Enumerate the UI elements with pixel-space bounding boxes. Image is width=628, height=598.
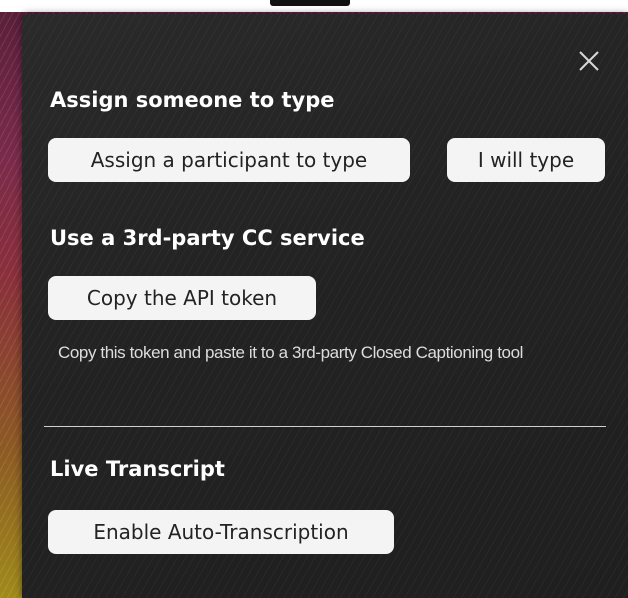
screen: Assign someone to type Assign a particip… xyxy=(0,0,628,598)
copy-api-token-button[interactable]: Copy the API token xyxy=(48,276,316,320)
api-token-description: Copy this token and paste it to a 3rd-pa… xyxy=(58,343,523,362)
third-party-heading: Use a 3rd-party CC service xyxy=(50,226,365,250)
live-transcript-heading: Live Transcript xyxy=(50,457,225,481)
close-icon[interactable] xyxy=(576,48,602,74)
i-will-type-button[interactable]: I will type xyxy=(447,138,605,182)
assign-heading: Assign someone to type xyxy=(50,88,335,112)
popover-arrow xyxy=(270,0,350,6)
top-strip xyxy=(0,0,628,12)
section-divider xyxy=(44,426,606,427)
enable-auto-transcription-button[interactable]: Enable Auto-Transcription xyxy=(48,510,394,554)
assign-participant-button[interactable]: Assign a participant to type xyxy=(48,138,410,182)
